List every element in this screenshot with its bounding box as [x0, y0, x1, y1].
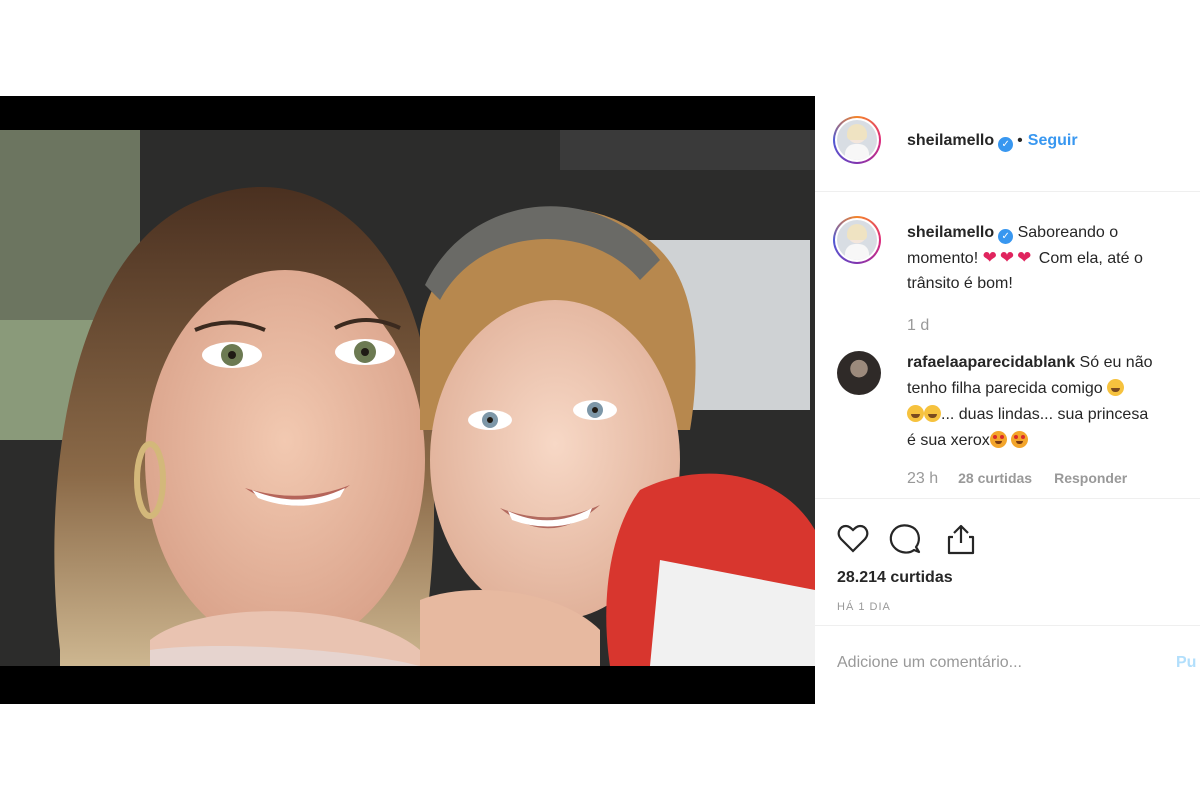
- post-header: sheilamello ✓ • Seguir: [815, 96, 1200, 192]
- avatar-hair: [847, 224, 867, 240]
- comment-line-3: ... duas lindas... sua princesa: [907, 402, 1200, 428]
- comment-meta: 23 h 28 curtidas Responder: [907, 470, 1127, 488]
- verified-badge-icon: ✓: [998, 229, 1014, 244]
- share-icon[interactable]: [943, 521, 979, 557]
- avatar-image: [837, 120, 877, 160]
- separator-dot: •: [1017, 132, 1023, 149]
- avatar-body: [845, 144, 869, 160]
- star-struck-emoji-icon: [989, 431, 1007, 448]
- commenter-avatar[interactable]: [837, 351, 881, 395]
- red-heart-emoji-icon: ❤: [1017, 248, 1032, 267]
- speech-bubble-icon[interactable]: [887, 521, 923, 557]
- caption-line-2: momento! ❤ ❤ ❤ Com ela, até o: [907, 245, 1200, 271]
- caption-text-2b: Com ela, até o: [1038, 250, 1143, 267]
- caption-text: sheilamello ✓ Saboreando o momento! ❤ ❤ ❤ C…: [907, 220, 1200, 296]
- comment-timestamp[interactable]: 23 h: [907, 470, 938, 487]
- publish-button[interactable]: Pu: [1176, 654, 1196, 672]
- follow-button[interactable]: Seguir: [1028, 132, 1078, 149]
- add-comment-bar: Adicione um comentário... Pu: [815, 625, 1200, 705]
- laughing-emoji-icon: [907, 405, 924, 422]
- comment-text-1: Só eu não: [1079, 354, 1153, 371]
- comment-line-4: é sua xerox: [907, 428, 1200, 454]
- laughing-emoji-icon: [924, 405, 941, 422]
- author-avatar[interactable]: [833, 116, 881, 164]
- post-side-panel: sheilamello ✓ • Seguir sheilamello ✓ Saborea…: [815, 96, 1200, 704]
- author-username-link[interactable]: sheilamello: [907, 132, 994, 149]
- heart-outline-icon[interactable]: [835, 521, 871, 557]
- post-photo-frame: [0, 96, 815, 704]
- caption-line-1: sheilamello ✓ Saboreando o: [907, 220, 1200, 245]
- comment-input[interactable]: Adicione um comentário...: [837, 654, 1022, 672]
- instagram-post-page: sheilamello ✓ • Seguir sheilamello ✓ Saborea…: [0, 0, 1200, 800]
- caption-timestamp[interactable]: 1 d: [907, 317, 929, 335]
- selfie-illustration: [0, 130, 815, 666]
- likes-count[interactable]: 28.214 curtidas: [837, 569, 953, 587]
- avatar-body: [845, 244, 869, 260]
- avatar-ring-gap: [835, 218, 879, 262]
- post-photo[interactable]: [0, 130, 815, 666]
- comment-text-2: tenho filha parecida comigo: [907, 380, 1103, 397]
- commenter-username-link[interactable]: rafaelaaparecidablank: [907, 354, 1075, 371]
- comment-line-1: rafaelaaparecidablank Só eu não: [907, 350, 1200, 376]
- comment-text-4: é sua xerox: [907, 432, 990, 449]
- avatar-image: [837, 220, 877, 260]
- red-heart-emoji-icon: ❤: [999, 248, 1015, 267]
- comment-likes-link[interactable]: 28 curtidas: [958, 470, 1032, 486]
- avatar-ring-gap: [835, 118, 879, 162]
- caption-line-3: trânsito é bom!: [907, 271, 1200, 296]
- comment-text-3: ... duas lindas... sua princesa: [941, 406, 1149, 423]
- red-heart-emoji-icon: ❤: [982, 248, 997, 267]
- reply-button[interactable]: Responder: [1054, 470, 1127, 486]
- star-struck-emoji-icon: [1011, 431, 1029, 448]
- caption-text-2: momento!: [907, 250, 979, 267]
- avatar-hair: [847, 124, 867, 140]
- post-actions: 28.214 curtidas HÁ 1 DIA: [815, 498, 1200, 613]
- comment-line-2: tenho filha parecida comigo: [907, 376, 1200, 402]
- caption-text-1: Saboreando o: [1017, 224, 1119, 241]
- laughing-emoji-icon: [1107, 379, 1125, 396]
- caption-author-avatar[interactable]: [833, 216, 881, 264]
- caption-author-link[interactable]: sheilamello: [907, 224, 994, 241]
- caption-text-3: trânsito é bom!: [907, 275, 1013, 292]
- header-line: sheilamello ✓ • Seguir: [907, 132, 1078, 152]
- verified-badge-icon: ✓: [998, 137, 1014, 152]
- post-timestamp[interactable]: HÁ 1 DIA: [837, 601, 891, 613]
- comment-text: rafaelaaparecidablank Só eu não tenho fi…: [907, 350, 1200, 454]
